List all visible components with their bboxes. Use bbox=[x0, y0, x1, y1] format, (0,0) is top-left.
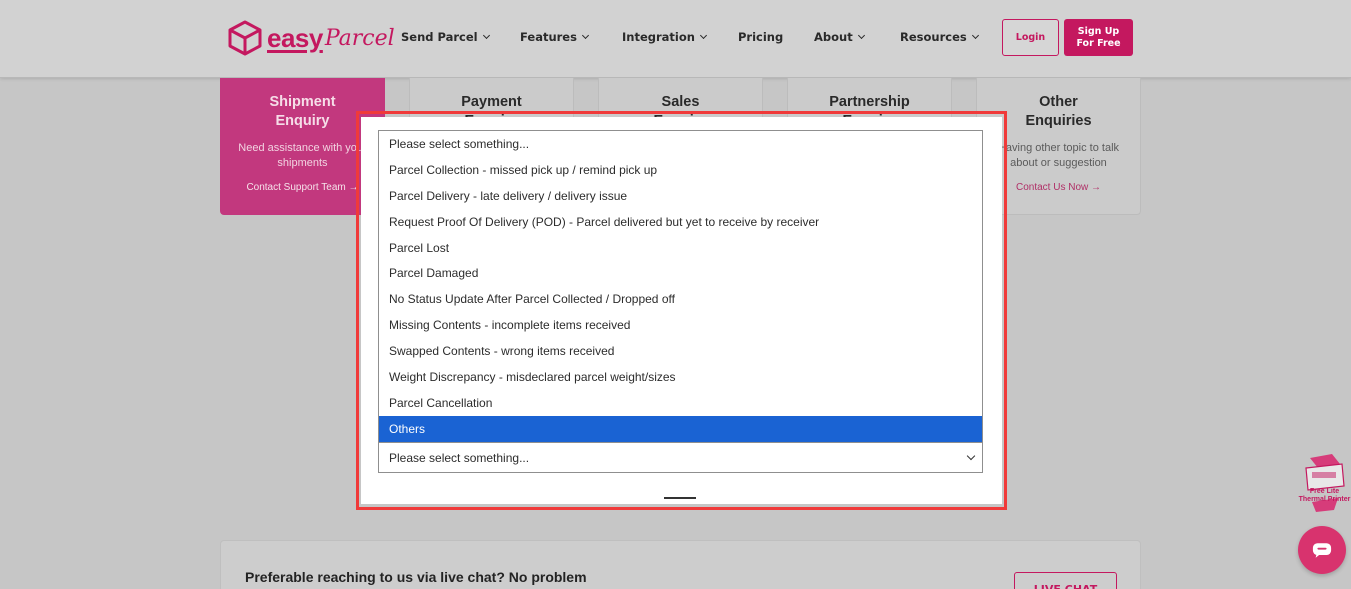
nav-label: Integration bbox=[622, 30, 695, 44]
signup-button[interactable]: Sign Up For Free bbox=[1064, 19, 1133, 56]
dropdown-option[interactable]: Missing Contents - incomplete items rece… bbox=[379, 312, 982, 338]
chevron-down-icon bbox=[581, 31, 589, 40]
nav-label: About bbox=[814, 30, 853, 44]
chevron-down-icon bbox=[482, 31, 490, 40]
dropdown-option[interactable]: Parcel Damaged bbox=[379, 260, 982, 286]
printer-icon bbox=[1305, 454, 1345, 512]
printer-promo-label: Free Lite Thermal Printer bbox=[1298, 488, 1351, 503]
chevron-down-icon bbox=[971, 31, 979, 40]
chevron-down-icon bbox=[966, 451, 976, 461]
dropdown-option[interactable]: Parcel Delivery - late delivery / delive… bbox=[379, 183, 982, 209]
nav-label: Pricing bbox=[738, 30, 784, 44]
dropdown-option[interactable]: Parcel Cancellation bbox=[379, 390, 982, 416]
dropdown-option[interactable]: Parcel Collection - missed pick up / rem… bbox=[379, 157, 982, 183]
login-button[interactable]: Login bbox=[1002, 19, 1059, 56]
select-value: Please select something... bbox=[389, 450, 530, 465]
dropdown-option[interactable]: Swapped Contents - wrong items received bbox=[379, 338, 982, 364]
dropdown-option[interactable]: Weight Discrepancy - misdeclared parcel … bbox=[379, 364, 982, 390]
modal-divider bbox=[664, 497, 696, 499]
nav-label: Resources bbox=[900, 30, 967, 44]
free-printer-promo[interactable]: Free Lite Thermal Printer bbox=[1298, 452, 1351, 514]
dropdown-option[interactable]: Request Proof Of Delivery (POD) - Parcel… bbox=[379, 209, 982, 235]
logo-word: easy bbox=[267, 22, 323, 53]
nav-label: Features bbox=[520, 30, 577, 44]
dropdown-option[interactable]: No Status Update After Parcel Collected … bbox=[379, 286, 982, 312]
nav-label: Send Parcel bbox=[401, 30, 478, 44]
chat-launcher-button[interactable] bbox=[1298, 526, 1346, 574]
chevron-down-icon bbox=[857, 31, 865, 40]
box-logo-icon bbox=[228, 20, 262, 56]
nav-pricing[interactable]: Pricing bbox=[738, 30, 783, 44]
nav-resources[interactable]: Resources bbox=[900, 30, 979, 44]
nav-integration[interactable]: Integration bbox=[622, 30, 707, 44]
enquiry-type-select[interactable]: Please select something... bbox=[378, 442, 983, 473]
nav-features[interactable]: Features bbox=[520, 30, 589, 44]
nav-send-parcel[interactable]: Send Parcel bbox=[401, 30, 490, 44]
dropdown-option[interactable]: Please select something... bbox=[379, 131, 982, 157]
live-chat-section: Preferable reaching to us via live chat?… bbox=[220, 540, 1141, 589]
dropdown-option-highlighted[interactable]: Others bbox=[379, 415, 982, 442]
chevron-down-icon bbox=[699, 31, 707, 40]
logo-script: Parcel bbox=[324, 25, 395, 51]
live-chat-text: Preferable reaching to us via live chat?… bbox=[245, 569, 587, 585]
nav-about[interactable]: About bbox=[814, 30, 865, 44]
dropdown-option[interactable]: Parcel Lost bbox=[379, 235, 982, 261]
live-chat-button[interactable]: LIVE CHAT bbox=[1014, 572, 1117, 589]
site-header: easy Parcel Send Parcel Features Integra… bbox=[0, 0, 1351, 78]
enquiry-type-dropdown-list[interactable]: Please select something... Parcel Collec… bbox=[378, 130, 983, 442]
chat-bubble-icon bbox=[1312, 542, 1332, 558]
easyparcel-logo[interactable]: easy Parcel bbox=[227, 17, 395, 59]
